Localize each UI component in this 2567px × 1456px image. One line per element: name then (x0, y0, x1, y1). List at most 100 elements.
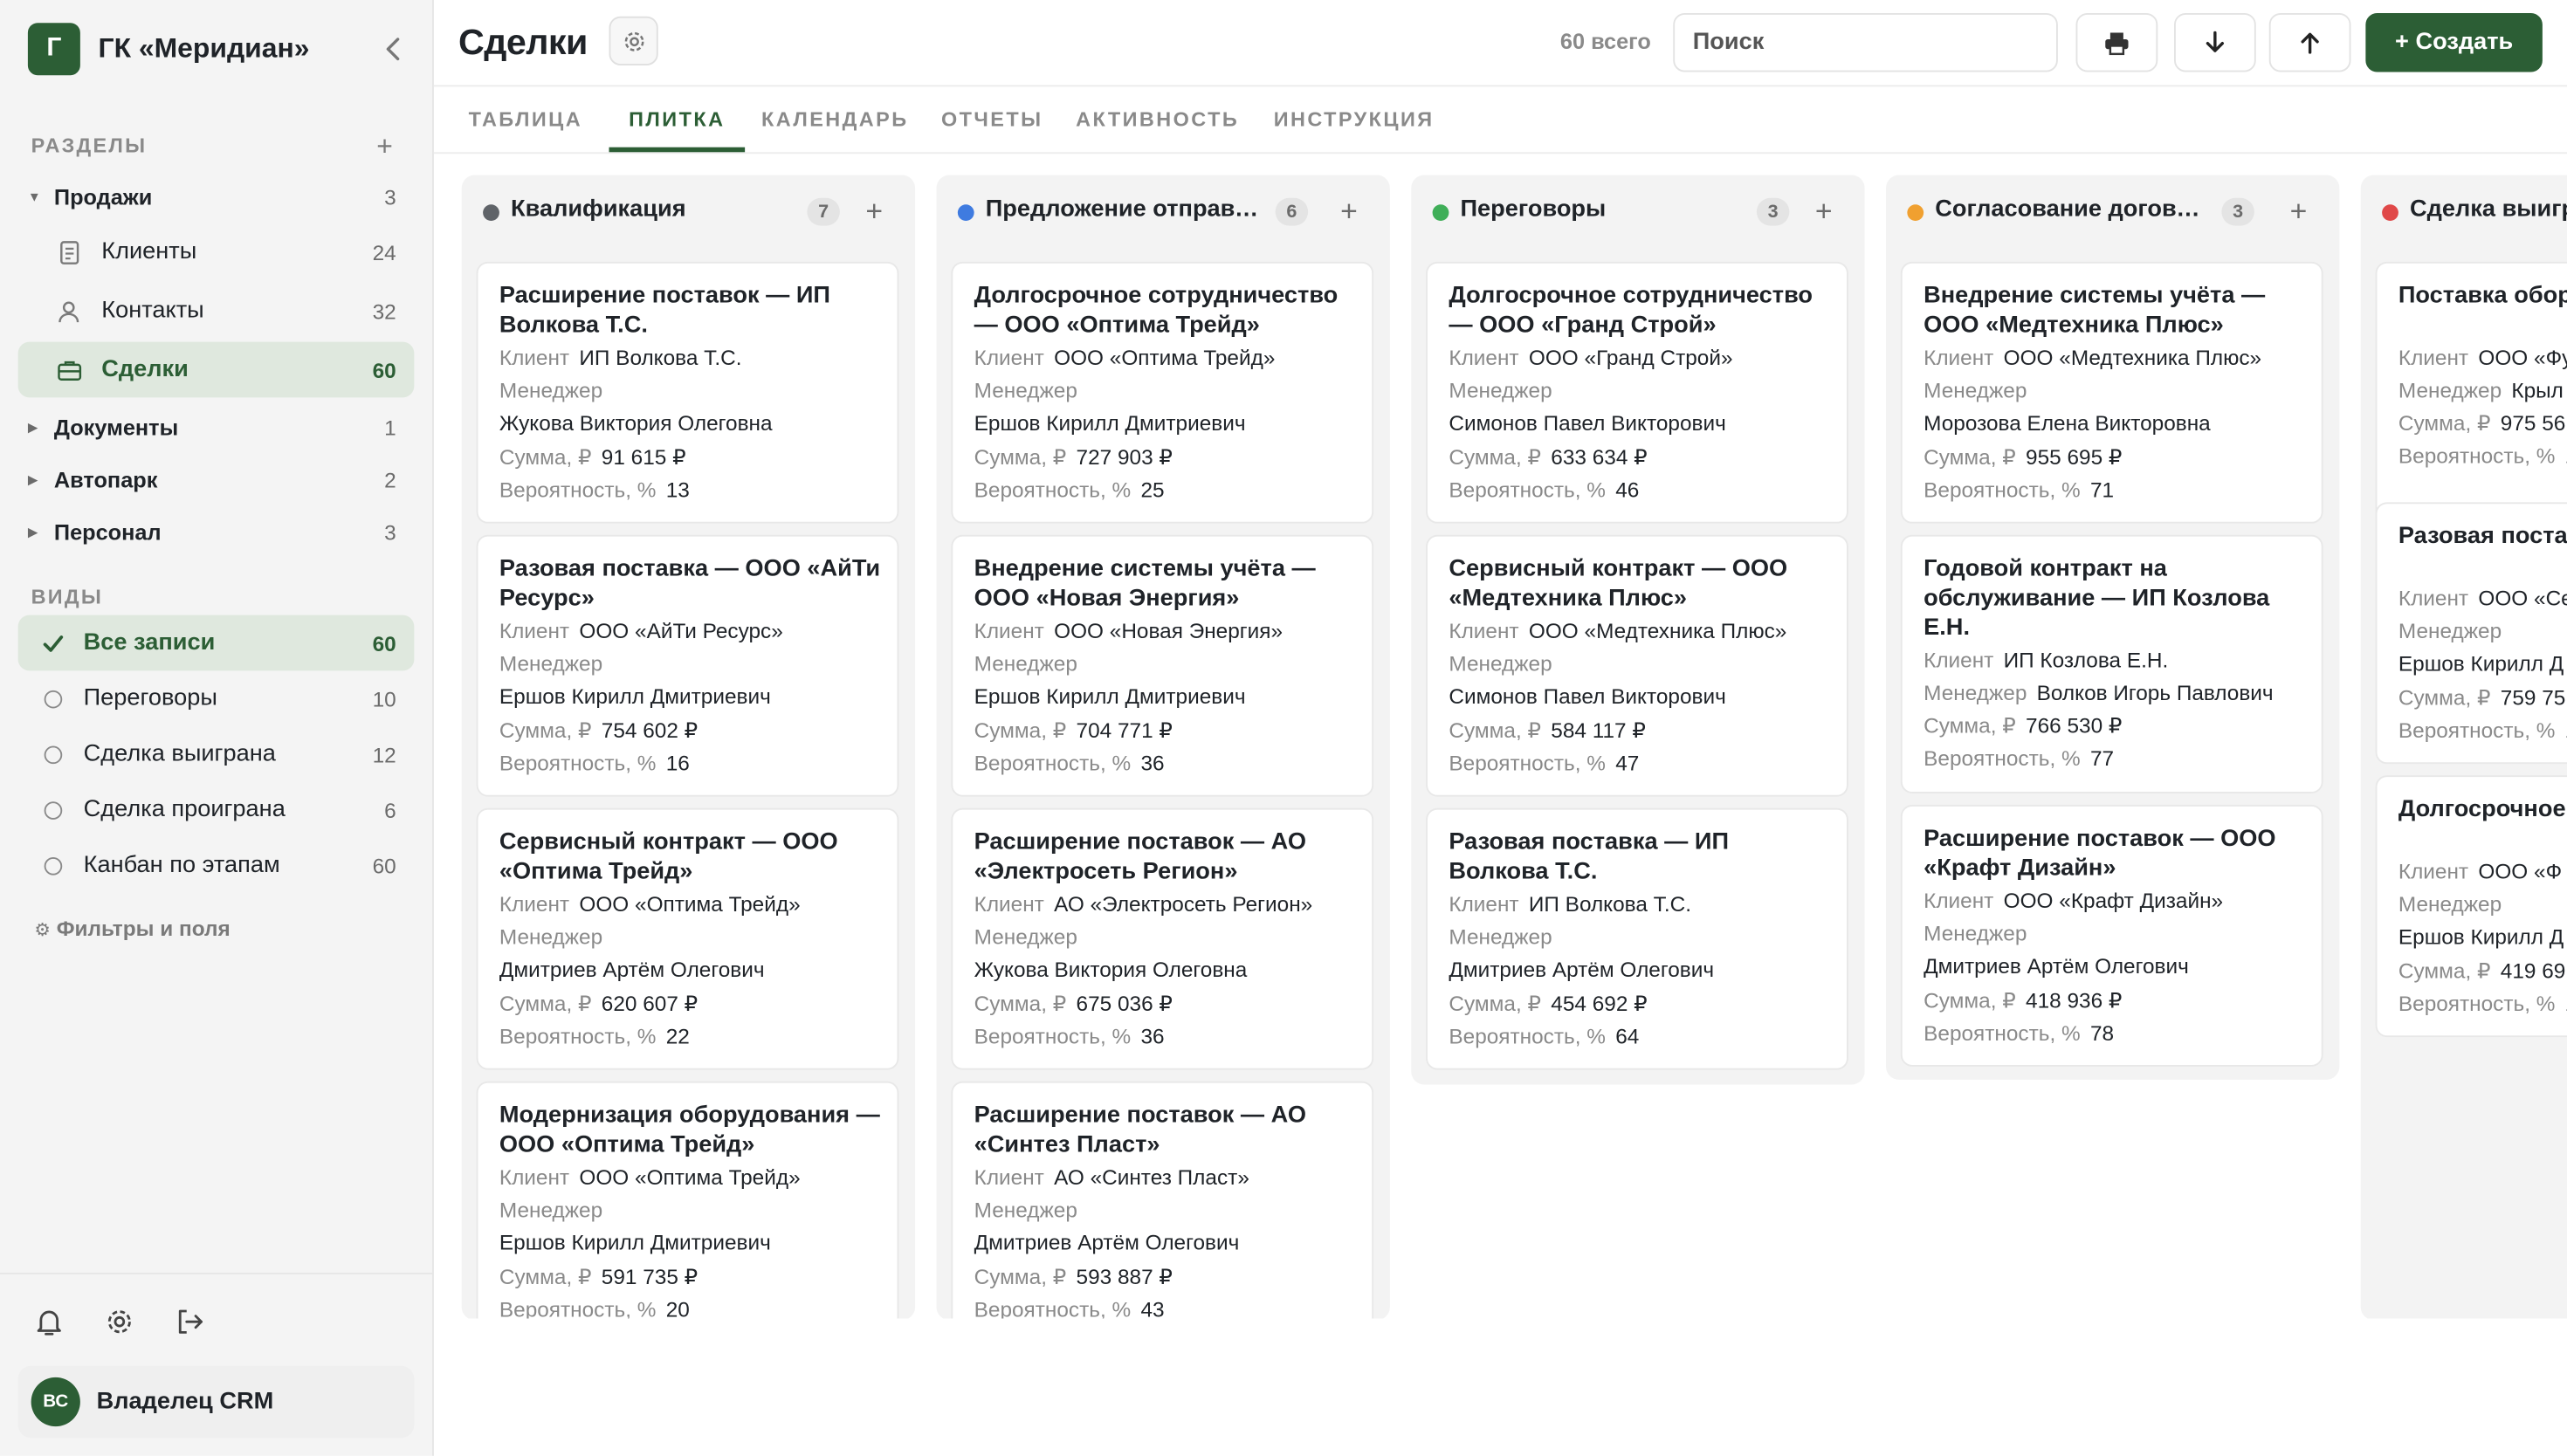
field-label: Сумма, ₽ (499, 444, 592, 470)
view-deal-won[interactable]: Сделка выиграна 12 (18, 726, 415, 782)
column-title: Согласование договора (1935, 196, 2213, 223)
deal-card[interactable]: Годовой контракт на обслуживание — ИП Ко… (1900, 534, 2323, 793)
sidebar-item-contacts[interactable]: Контакты 32 (18, 283, 415, 339)
deal-card[interactable]: Внедрение системы учёта — ООО «Новая Эне… (951, 534, 1374, 797)
deal-field-prob: Вероятность, % 77 (1924, 746, 2311, 779)
tab-tiles[interactable]: ПЛИТКА (609, 86, 746, 153)
page-settings-button[interactable] (609, 16, 658, 65)
field-value: 13 (665, 477, 690, 503)
printer-icon (2105, 31, 2129, 55)
field-value: Ершов Кирилл Д (2398, 924, 2564, 949)
deal-title: Расширение поставок — ИП Волкова Т.С. (499, 283, 830, 339)
tab-calendar[interactable]: КАЛЕНДАРЬ (761, 86, 907, 152)
add-section-icon[interactable]: + (372, 131, 398, 163)
sidebar-item-deals[interactable]: Сделки 60 (17, 341, 415, 398)
deal-card[interactable]: Долгосрочное сотрудничество — ООО «Гранд… (1426, 261, 1848, 524)
tab-activity[interactable]: АКТИВНОСТЬ (1076, 86, 1238, 152)
item-count: 24 (372, 239, 396, 264)
deal-card[interactable]: Расширение поставок — АО «Электросеть Ре… (951, 807, 1374, 1070)
tab-instructions[interactable]: ИНСТРУКЦИЯ (1272, 86, 1436, 152)
person-icon (56, 298, 82, 324)
field-label: Менеджер (1449, 924, 1552, 949)
circle-icon (41, 854, 64, 876)
filters-and-fields-link[interactable]: ⚙ Фильтры и поля (34, 916, 230, 940)
deal-card[interactable]: Сервисный контракт — ООО «Медтехника Плю… (1426, 534, 1848, 797)
field-value: 975 56 (2500, 410, 2566, 436)
deal-title: Долгосрочное сотрудничество — ООО «Оптим… (974, 283, 1339, 339)
add-card-icon[interactable]: + (858, 194, 891, 227)
deal-field-prob: Вероятность, % 43 (974, 1297, 1362, 1318)
deal-card[interactable]: Разовая поставка — ООО «АйТи Ресурс» Клие… (476, 534, 899, 797)
deal-field-manager: Менеджер (974, 651, 1362, 683)
deal-card[interactable]: Модернизация оборудования — ООО «Оптима … (476, 1081, 899, 1319)
create-button[interactable]: + Создать (2365, 12, 2543, 72)
deal-title: Поставка оборудования — ООО «Фудмаркет Н (2398, 283, 2567, 310)
view-negotiations[interactable]: Переговоры 10 (18, 670, 415, 726)
deal-title: Расширение поставок — АО «Электросеть Ре… (974, 829, 1307, 885)
field-value: 46 (1615, 477, 1640, 503)
user-profile[interactable]: ВС Владелец CRM (17, 1365, 415, 1439)
export-button[interactable] (2174, 12, 2256, 72)
logout-icon[interactable] (172, 1304, 208, 1340)
settings-icon[interactable] (101, 1304, 137, 1340)
deal-card[interactable]: Долгосрочное сотрудничество — ООО «Фени К… (2375, 775, 2567, 1038)
view-all-records[interactable]: Все записи 60 (17, 615, 415, 671)
deal-card[interactable]: Разовая поставка — ООО «Северный Ал Клиен… (2375, 502, 2567, 765)
deal-field-manager: Жукова Виктория Олеговна (499, 410, 887, 443)
deal-card[interactable]: Расширение поставок — ИП Волкова Т.С. Кли… (476, 261, 899, 524)
deal-field-client: Клиент ООО «Новая Энергия» (974, 618, 1362, 650)
item-count: 32 (372, 299, 396, 324)
deal-card[interactable]: Внедрение системы учёта — ООО «Медтехник… (1900, 261, 2323, 524)
deal-field-prob: Вероятность, % 13 (499, 477, 887, 510)
field-label: Менеджер (499, 924, 603, 949)
bell-icon[interactable] (31, 1304, 67, 1340)
sidebar-group-fleet[interactable]: ▶ Автопарк 2 (18, 451, 415, 507)
field-label: Сумма, ₽ (1924, 987, 2016, 1013)
sidebar-group-documents[interactable]: ▶ Документы 1 (18, 399, 415, 455)
deal-field-client: Клиент ИП Козлова Е.Н. (1924, 648, 2311, 680)
field-value: 77 (2089, 745, 2115, 771)
sidebar-group-staff[interactable]: ▶ Персонал 3 (18, 504, 415, 560)
field-label: Клиент (499, 891, 570, 917)
field-value: 64 (1615, 1024, 1640, 1049)
field-label: Менеджер (1449, 650, 1552, 676)
tab-reports[interactable]: ОТЧЕТЫ (938, 86, 1046, 152)
deal-field-manager: Ершов Кирилл Дмитриевич (499, 683, 887, 716)
add-card-icon[interactable]: + (1332, 194, 1366, 227)
deal-card[interactable]: Сервисный контракт — ООО «Оптима Трейд» К… (476, 807, 899, 1070)
import-button[interactable] (2268, 12, 2351, 72)
add-card-icon[interactable]: + (2282, 194, 2316, 227)
group-label: Продажи (53, 183, 153, 209)
field-value: 36 (1140, 751, 1165, 776)
tab-table[interactable]: ТАБЛИЦА (460, 86, 591, 152)
field-value: ООО «Медтехника Плюс» (1528, 618, 1787, 643)
add-card-icon[interactable]: + (1807, 194, 1841, 227)
sidebar-item-clients[interactable]: Клиенты 24 (18, 224, 415, 280)
view-kanban-stages[interactable]: Канбан по этапам 60 (18, 837, 415, 893)
deal-card[interactable]: Долгосрочное сотрудничество — ООО «Оптим… (951, 261, 1374, 524)
field-value: 727 903 ₽ (1076, 444, 1173, 470)
search-input[interactable] (1673, 12, 2058, 72)
sidebar-group-sales[interactable]: ▼ Продажи 3 (18, 168, 415, 224)
deal-field-manager: Менеджер (499, 651, 887, 683)
deal-card[interactable]: Поставка оборудования — ООО «Фудмаркет Н… (2375, 261, 2567, 524)
deal-title: Модернизация оборудования — ООО «Оптима … (499, 1102, 880, 1158)
field-label: Сумма, ₽ (974, 1264, 1067, 1289)
collapse-sidebar-icon[interactable] (376, 34, 409, 64)
view-deal-lost[interactable]: Сделка проиграна 6 (18, 782, 415, 838)
brand-logo: Г (27, 23, 80, 76)
sections-header: РАЗДЕЛЫ (31, 134, 148, 157)
field-label: Вероятность, % (1924, 477, 2081, 503)
deal-field-client: Клиент АО «Синтез Пласт» (974, 1164, 1362, 1197)
deal-card[interactable]: Расширение поставок — АО «Синтез Пласт» К… (951, 1081, 1374, 1319)
deal-field-manager: Менеджер (499, 1198, 887, 1230)
view-label: Все записи (83, 629, 216, 656)
deal-card[interactable]: Разовая поставка — ИП Волкова Т.С. Клиент… (1426, 807, 1848, 1070)
deal-field-prob: Вероятность, % 25 (974, 477, 1362, 510)
deal-field-client: Клиент ООО «Оптима Трейд» (499, 1164, 887, 1197)
brand[interactable]: Г ГК «Меридиан» (27, 23, 421, 76)
deal-field-sum: Сумма, ₽ 584 117 ₽ (1449, 718, 1836, 751)
arrow-up-icon (2301, 32, 2319, 54)
print-button[interactable] (2075, 12, 2158, 72)
deal-card[interactable]: Расширение поставок — ООО «Крафт Дизайн»… (1900, 805, 2323, 1067)
